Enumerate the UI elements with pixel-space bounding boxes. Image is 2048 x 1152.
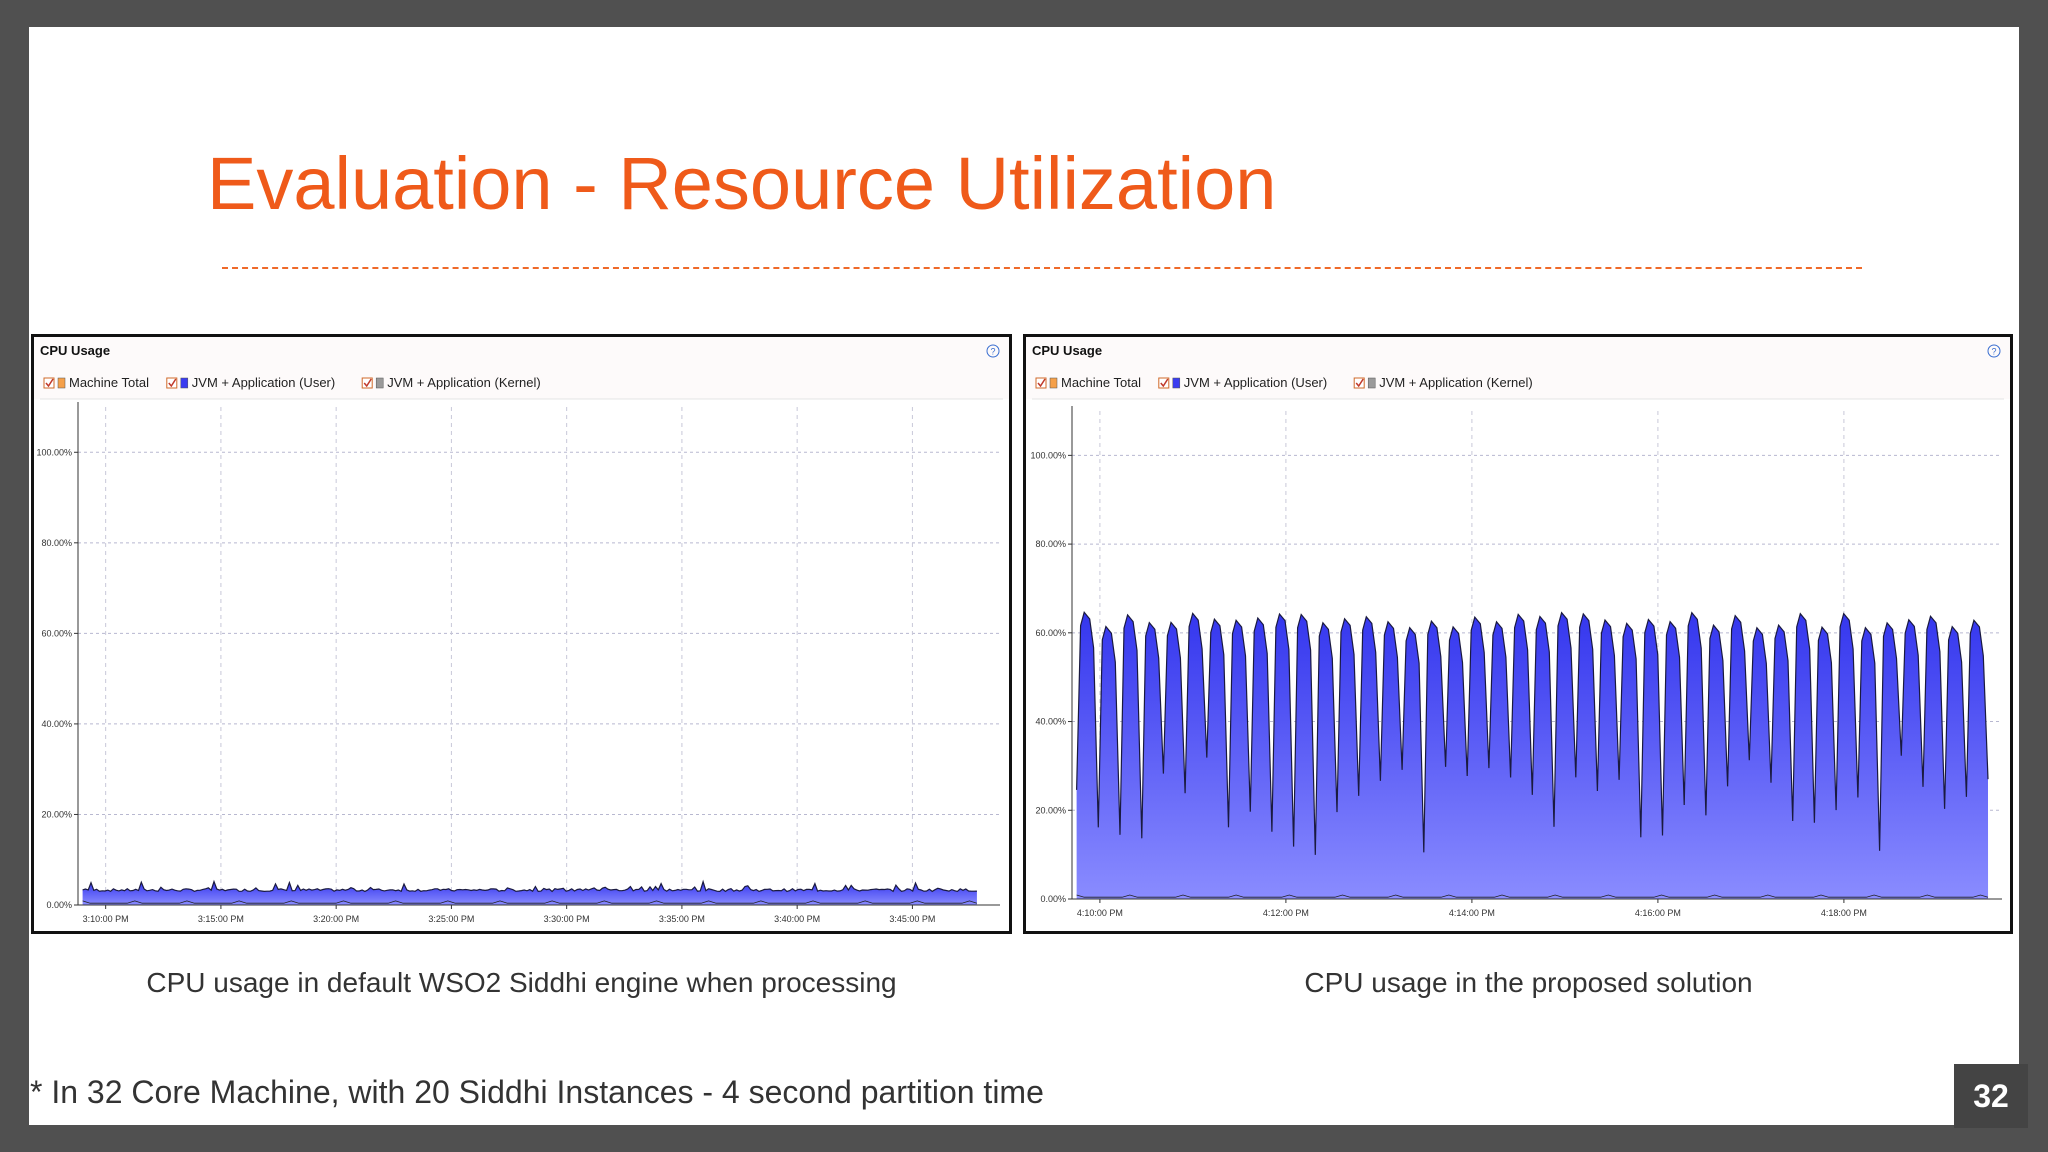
- legend-item: JVM + Application (User): [166, 375, 335, 390]
- legend-label: Machine Total: [69, 375, 149, 390]
- x-tick-label: 3:20:00 PM: [313, 914, 359, 924]
- page-number: 32: [1954, 1064, 2028, 1128]
- x-tick-label: 3:10:00 PM: [83, 914, 129, 924]
- y-tick-label: 40.00%: [41, 719, 72, 729]
- footnote: * In 32 Core Machine, with 20 Siddhi Ins…: [30, 1074, 1044, 1110]
- y-tick-label: 80.00%: [1035, 539, 1066, 549]
- checkbox-checked-icon: [1035, 377, 1047, 389]
- x-tick-label: 3:15:00 PM: [198, 914, 244, 924]
- legend-swatch: [375, 377, 384, 389]
- x-tick-label: 4:16:00 PM: [1635, 908, 1681, 918]
- x-tick-label: 4:18:00 PM: [1821, 908, 1867, 918]
- legend-label: JVM + Application (User): [1184, 375, 1327, 390]
- checkbox-checked-icon: [1158, 377, 1170, 389]
- legend-item: JVM + Application (User): [1158, 375, 1327, 390]
- cpu-usage-chart-proposed: CPU Usage ? Machine Total JVM + Application…: [1026, 337, 2010, 918]
- x-tick-label: 4:12:00 PM: [1263, 908, 1309, 918]
- caption-default: CPU usage in default WSO2 Siddhi engine …: [146, 967, 897, 998]
- x-tick-label: 4:10:00 PM: [1077, 908, 1123, 918]
- series-area-jvm-user: [82, 881, 977, 905]
- panel-title: CPU Usage: [40, 343, 110, 358]
- title-divider: [222, 267, 1862, 269]
- checkbox-checked-icon: [166, 377, 178, 389]
- x-tick-label: 3:30:00 PM: [544, 914, 590, 924]
- svg-text:?: ?: [1992, 347, 1997, 357]
- y-tick-label: 0.00%: [46, 900, 72, 910]
- legend-label: JVM + Application (Kernel): [1379, 375, 1533, 390]
- x-tick-label: 4:14:00 PM: [1449, 908, 1495, 918]
- legend-item: JVM + Application (Kernel): [361, 375, 541, 390]
- legend-swatch: [1367, 377, 1376, 389]
- y-tick-label: 60.00%: [41, 628, 72, 638]
- checkbox-checked-icon: [361, 377, 373, 389]
- x-tick-label: 3:45:00 PM: [889, 914, 935, 924]
- y-tick-label: 100.00%: [36, 447, 72, 457]
- x-tick-label: 3:40:00 PM: [774, 914, 820, 924]
- legend-label: JVM + Application (Kernel): [387, 375, 541, 390]
- y-tick-label: 0.00%: [1040, 894, 1066, 904]
- cpu-usage-chart-default: CPU Usage ? Machine Total JVM + Application…: [34, 337, 1009, 924]
- legend-label: JVM + Application (User): [192, 375, 335, 390]
- y-tick-label: 60.00%: [1035, 628, 1066, 638]
- y-tick-label: 40.00%: [1035, 717, 1066, 727]
- y-tick-label: 100.00%: [1030, 450, 1066, 460]
- slide-title: Evaluation - Resource Utilization: [207, 142, 1277, 225]
- caption-proposed: CPU usage in the proposed solution: [1304, 967, 1753, 998]
- series-area-jvm-user: [1076, 612, 1989, 899]
- y-tick-label: 20.00%: [1035, 805, 1066, 815]
- checkbox-checked-icon: [1353, 377, 1365, 389]
- x-tick-label: 3:25:00 PM: [428, 914, 474, 924]
- cpu-usage-panel-proposed: CPU Usage? Machine Total JVM + Application…: [1023, 334, 2013, 934]
- y-tick-label: 20.00%: [41, 809, 72, 819]
- panel-title: CPU Usage: [1032, 343, 1102, 358]
- cpu-usage-panel-default: CPU Usage? Machine Total JVM + Application…: [31, 334, 1012, 934]
- x-tick-label: 3:35:00 PM: [659, 914, 705, 924]
- legend-swatch: [57, 377, 66, 389]
- legend-swatch: [180, 377, 189, 389]
- legend-swatch: [1172, 377, 1181, 389]
- y-tick-label: 80.00%: [41, 538, 72, 548]
- legend-swatch: [1049, 377, 1058, 389]
- svg-text:?: ?: [991, 347, 996, 357]
- legend-label: Machine Total: [1061, 375, 1141, 390]
- checkbox-checked-icon: [43, 377, 55, 389]
- legend-item: JVM + Application (Kernel): [1353, 375, 1533, 390]
